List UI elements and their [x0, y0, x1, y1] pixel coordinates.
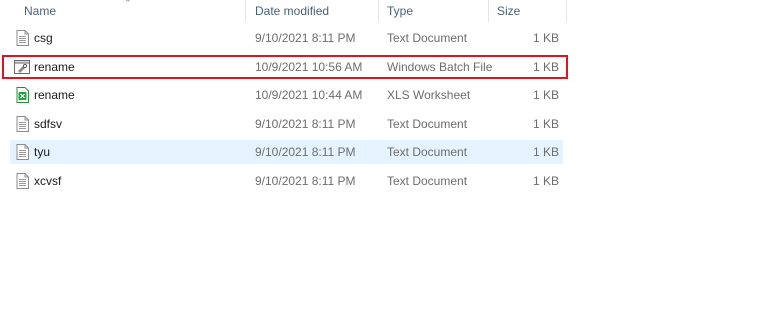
file-size: 1 KB	[532, 173, 559, 188]
file-row[interactable]: rename 10/9/2021 10:56 AM Windows Batch Fi…	[10, 55, 563, 79]
file-type: XLS Worksheet	[387, 88, 471, 102]
file-date-modified: 9/10/2021 8:11 PM	[255, 173, 356, 188]
file-name: csg	[34, 31, 53, 45]
xls-worksheet-icon	[16, 87, 29, 103]
file-row[interactable]: sdfsv 9/10/2021 8:11 PM Text Document 1 KB	[10, 112, 563, 136]
file-date-modified: 9/10/2021 8:11 PM	[255, 116, 356, 131]
file-row[interactable]: xcvsf 9/10/2021 8:11 PM Text Document 1 KB	[10, 169, 563, 193]
file-row[interactable]: tyu 9/10/2021 8:11 PM Text Document 1 KB	[10, 140, 563, 164]
file-row[interactable]: csg 9/10/2021 8:11 PM Text Document 1 KB	[10, 26, 563, 50]
column-header-date-modified[interactable]: Date modified	[255, 4, 329, 18]
column-divider[interactable]	[566, 0, 567, 22]
file-name: tyu	[34, 145, 51, 159]
file-type: Text Document	[387, 173, 468, 188]
column-header-row: ⌃ Name Date modified Type Size	[0, 0, 768, 22]
file-name: rename	[34, 88, 75, 102]
sort-indicator-icon: ⌃	[124, 0, 132, 8]
batch-file-icon	[14, 59, 30, 76]
file-name: rename	[34, 59, 75, 74]
file-date-modified: 9/10/2021 8:11 PM	[255, 31, 356, 45]
file-name: xcvsf	[34, 173, 62, 188]
file-size: 1 KB	[532, 116, 559, 131]
file-size: 1 KB	[532, 145, 559, 159]
file-row[interactable]: rename 10/9/2021 10:44 AM XLS Worksheet 1 K…	[10, 83, 563, 107]
column-divider[interactable]	[245, 0, 246, 22]
text-document-icon	[16, 115, 29, 132]
text-document-icon	[16, 30, 29, 46]
file-type: Text Document	[387, 145, 468, 159]
column-divider[interactable]	[488, 0, 489, 22]
file-type: Windows Batch File	[387, 59, 493, 74]
file-size: 1 KB	[532, 59, 559, 74]
file-date-modified: 9/10/2021 8:11 PM	[255, 145, 356, 159]
column-header-name[interactable]: Name	[24, 4, 56, 18]
file-type: Text Document	[387, 31, 468, 45]
text-document-icon	[16, 144, 29, 160]
column-divider[interactable]	[378, 0, 379, 22]
file-size: 1 KB	[532, 31, 559, 45]
text-document-icon	[16, 172, 29, 189]
file-type: Text Document	[387, 116, 468, 131]
column-header-size[interactable]: Size	[497, 4, 520, 18]
file-date-modified: 10/9/2021 10:44 AM	[255, 88, 363, 102]
file-size: 1 KB	[532, 88, 559, 102]
file-name: sdfsv	[34, 116, 63, 131]
file-date-modified: 10/9/2021 10:56 AM	[255, 59, 363, 74]
column-header-type[interactable]: Type	[387, 4, 413, 18]
